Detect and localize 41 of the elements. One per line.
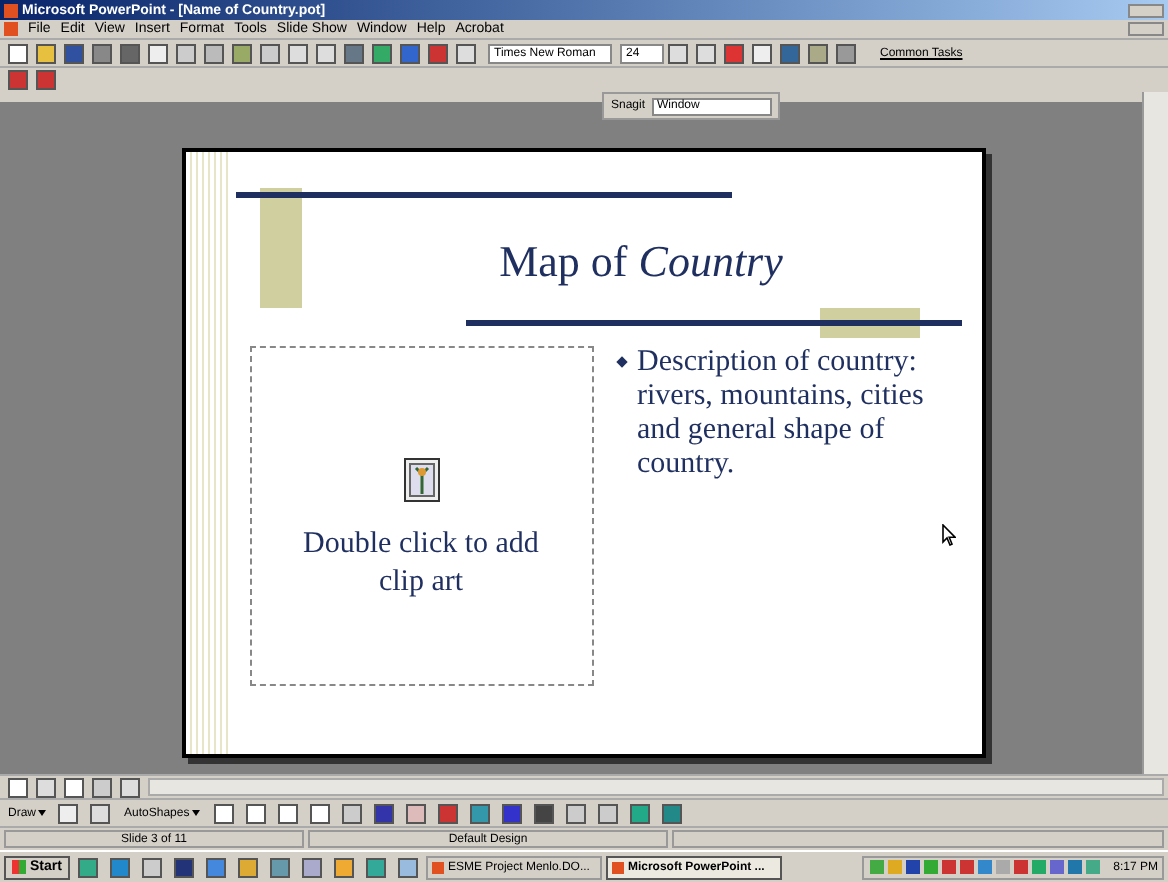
drawing-tool-icon[interactable]	[469, 803, 490, 823]
drawing-tool-icon[interactable]	[661, 803, 682, 823]
drawing-tool-icon[interactable]	[277, 803, 298, 823]
quick-launch-icon[interactable]	[397, 857, 418, 877]
quick-launch-icon[interactable]	[205, 857, 226, 877]
document-icon	[4, 22, 18, 36]
quick-launch-icon[interactable]	[141, 857, 162, 877]
slide-title: Map of Country	[499, 240, 783, 284]
quick-launch-icon[interactable]	[237, 857, 258, 877]
caret-icon	[38, 810, 47, 816]
drawing-tool-icon[interactable]	[309, 803, 330, 823]
quick-launch-icon[interactable]	[77, 857, 98, 877]
bullet-icon	[615, 356, 627, 368]
drawing-tool-icon[interactable]	[373, 803, 394, 823]
drawing-tool-icon[interactable]	[597, 803, 618, 823]
quick-launch-icon[interactable]	[365, 857, 386, 877]
windows-logo-icon	[12, 860, 26, 874]
drawing-tool-icon[interactable]	[437, 803, 458, 823]
quick-launch-icon[interactable]	[173, 857, 194, 877]
drawing-tool-icon[interactable]	[213, 803, 234, 823]
bullet-text: Description of country: rivers, mountains, cities and general shape of country.	[637, 346, 926, 482]
vertical-scrollbar[interactable]	[1142, 92, 1168, 774]
caret-icon	[191, 810, 200, 816]
quick-launch-icon[interactable]	[301, 857, 322, 877]
tan-accent	[259, 188, 301, 308]
horizontal-scrollbar[interactable]	[148, 778, 1164, 796]
drawing-tool-icon[interactable]	[341, 803, 362, 823]
drawing-tool-icon[interactable]	[533, 803, 554, 823]
drawing-tool-icon[interactable]	[565, 803, 586, 823]
quick-launch-icon[interactable]	[269, 857, 290, 877]
app-icon	[4, 3, 18, 17]
clip-art-placeholder[interactable]: Double click to add clip art	[249, 346, 593, 686]
drawing-tool-icon[interactable]	[629, 803, 650, 823]
drawing-tool-icon[interactable]	[405, 803, 426, 823]
drawing-tool-icon[interactable]	[245, 803, 266, 823]
quick-launch-icon[interactable]	[109, 857, 130, 877]
drawing-tool-icon[interactable]	[501, 803, 522, 823]
clip-art-icon[interactable]	[403, 458, 439, 502]
quick-launch-icon[interactable]	[333, 857, 354, 877]
clip-art-hint: Double click to add clip art	[301, 526, 541, 602]
mouse-cursor-icon	[941, 524, 955, 546]
